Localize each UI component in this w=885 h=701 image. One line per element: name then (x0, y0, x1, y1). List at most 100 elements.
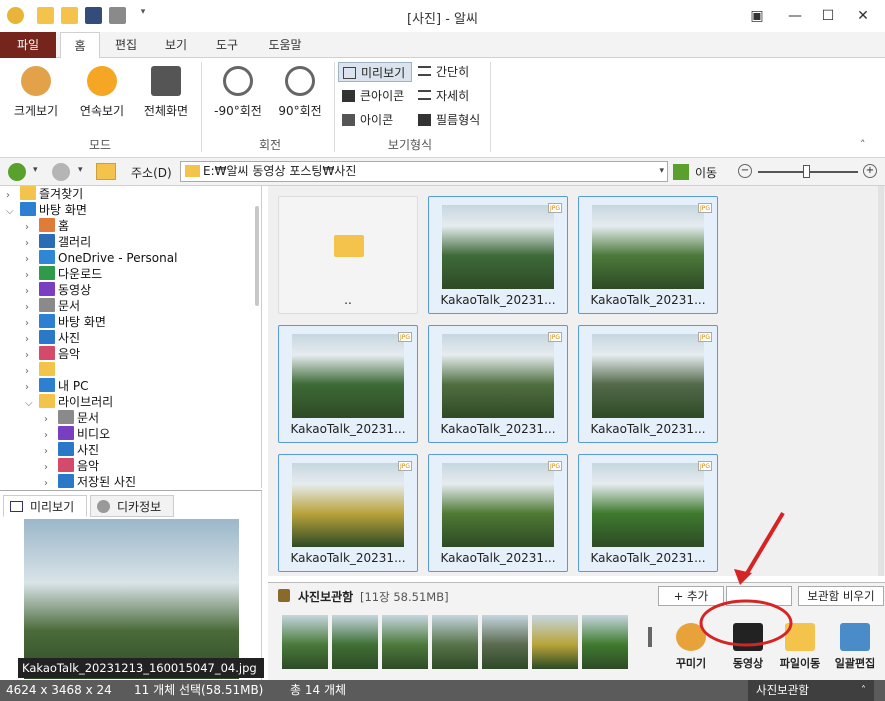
pc-icon (39, 378, 55, 392)
rotate-left-button[interactable]: -90°회전 (210, 66, 266, 119)
gallery-icon (39, 234, 55, 248)
strip-scroll-handle[interactable] (648, 627, 652, 647)
photo-thumb[interactable]: JPG KakaoTalk_20231... (428, 454, 568, 572)
back-icon[interactable] (8, 163, 26, 181)
parent-folder-label: .. (344, 293, 352, 307)
view-film-button[interactable]: 필름형식 (414, 110, 480, 130)
photo-storage-panel: 사진보관함 [11장 58.51MB] + 추가 보관함 비우기 꾸미기 동영상… (268, 511, 885, 680)
download-icon (39, 266, 55, 280)
collapse-ribbon-icon[interactable]: ˄ (860, 138, 866, 151)
address-dropdown-icon[interactable]: ▾ (659, 162, 664, 181)
view-large-icons-button[interactable]: 큰아이콘 (338, 86, 404, 106)
tree-item[interactable]: › (25, 362, 58, 378)
photo-thumb[interactable]: JPG KakaoTalk_20231... (278, 325, 418, 443)
photo-thumb[interactable]: JPG KakaoTalk_20231... (578, 325, 718, 443)
tree-item[interactable]: › 문서 (44, 410, 99, 426)
slideshow-button[interactable]: 연속보기 (74, 66, 130, 119)
tree-item[interactable]: ⌵ 바탕 화면 (6, 202, 87, 218)
restore-ribbon-icon[interactable]: ▣ (744, 6, 770, 26)
large-view-icon (21, 66, 51, 96)
storage-photo-thumb[interactable] (382, 615, 428, 669)
back-dropdown-icon[interactable]: ▾ (33, 165, 38, 175)
tree-item[interactable]: › OneDrive - Personal (25, 250, 177, 266)
zoom-out-icon[interactable]: − (738, 164, 752, 178)
storage-toggle-tab[interactable]: 사진보관함 ˄ (748, 680, 874, 701)
photo-thumb[interactable]: JPG KakaoTalk_20231... (578, 196, 718, 314)
tree-item-label: 내 PC (58, 379, 89, 393)
up-folder-icon[interactable] (96, 163, 116, 180)
tree-item[interactable]: › 즐겨찾기 (6, 186, 83, 202)
view-preview-button[interactable]: 미리보기 (338, 62, 412, 82)
tab-edit[interactable]: 편집 (106, 32, 146, 58)
tab-help[interactable]: 도움말 (260, 32, 310, 58)
photo-thumb[interactable]: JPG KakaoTalk_20231... (428, 196, 568, 314)
batch-edit-icon (840, 623, 870, 651)
expanded-chevron-icon[interactable]: ⌵ (25, 396, 39, 412)
fullscreen-button[interactable]: 전체화면 (138, 66, 194, 119)
view-simple-button[interactable]: 간단히 (414, 62, 469, 82)
preview-image (24, 519, 239, 679)
tree-item[interactable]: › 사진 (25, 330, 80, 346)
minimize-icon[interactable]: — (782, 6, 808, 26)
storage-photo-thumb[interactable] (482, 615, 528, 669)
photo-thumb[interactable]: JPG KakaoTalk_20231... (278, 454, 418, 572)
tab-tools[interactable]: 도구 (207, 32, 247, 58)
storage-photo-thumb[interactable] (582, 615, 628, 669)
music-icon (58, 458, 74, 472)
tree-item[interactable]: › 비디오 (44, 426, 110, 442)
storage-photo-thumb[interactable] (432, 615, 478, 669)
annotation-arrow (744, 511, 785, 577)
tree-item[interactable]: › 저장된 사진 (44, 474, 136, 488)
tab-file[interactable]: 파일 (0, 32, 56, 58)
photo-thumb-image (592, 334, 704, 418)
tree-item[interactable]: › 바탕 화면 (25, 314, 106, 330)
ribbon: 크게보기 연속보기 전체화면 모드 -90°회전 90°회전 회전 미리보기 간… (0, 58, 885, 158)
photo-thumb-caption: KakaoTalk_20231... (440, 293, 556, 307)
rotate-right-button[interactable]: 90°회전 (272, 66, 328, 119)
chevron-up-icon: ˄ (861, 685, 866, 696)
expand-chevron-icon[interactable]: › (44, 476, 58, 488)
maximize-icon[interactable]: ☐ (815, 6, 841, 26)
list-icon (418, 66, 431, 76)
zoom-slider[interactable] (758, 165, 858, 178)
view-details-button[interactable]: 자세히 (414, 86, 469, 106)
forward-dropdown-icon[interactable]: ▾ (78, 165, 83, 175)
tab-home[interactable]: 홈 (60, 32, 100, 59)
tab-view[interactable]: 보기 (156, 32, 196, 58)
tree-item-label: 동영상 (58, 283, 92, 297)
tree-item[interactable]: › 동영상 (25, 282, 91, 298)
tab-camera-info[interactable]: 디카정보 (90, 495, 174, 517)
tree-item[interactable]: › 사진 (44, 442, 99, 458)
large-view-button[interactable]: 크게보기 (8, 66, 64, 119)
go-button[interactable]: 이동 (671, 162, 723, 182)
batch-edit-button[interactable]: 일괄편집 (830, 623, 880, 671)
tree-item[interactable]: › 내 PC (25, 378, 88, 394)
forward-icon[interactable] (52, 163, 70, 181)
status-dimensions: 4624 x 3468 x 24 (6, 683, 112, 697)
close-icon[interactable]: ✕ (850, 6, 876, 26)
zoom-slider-thumb[interactable] (803, 165, 810, 178)
gallery-scrollbar[interactable] (878, 186, 884, 576)
expanded-chevron-icon[interactable]: ⌵ (6, 204, 20, 220)
photo-thumb-image (292, 463, 404, 547)
tree-item[interactable]: › 음악 (44, 458, 99, 474)
jpg-badge-icon: JPG (698, 461, 712, 471)
tree-item[interactable]: › 홈 (25, 218, 69, 234)
photo-thumb[interactable]: JPG KakaoTalk_20231... (428, 325, 568, 443)
tree-item[interactable]: ⌵ 라이브러리 (25, 394, 113, 410)
parent-folder-thumb[interactable]: .. (278, 196, 418, 314)
tree-item[interactable]: › 음악 (25, 346, 80, 362)
storage-photo-thumb[interactable] (282, 615, 328, 669)
storage-photo-thumb[interactable] (332, 615, 378, 669)
storage-photo-thumb[interactable] (532, 615, 578, 669)
cloud-icon (39, 250, 55, 264)
address-input[interactable]: E:₩알씨 동영상 포스팅₩사진 ▾ (180, 161, 668, 182)
tree-scrollbar[interactable] (255, 206, 259, 306)
zoom-in-icon[interactable]: + (863, 164, 877, 178)
tree-item[interactable]: › 다운로드 (25, 266, 102, 282)
fullscreen-icon (151, 66, 181, 96)
tab-preview[interactable]: 미리보기 (3, 495, 87, 517)
tree-item[interactable]: › 문서 (25, 298, 80, 314)
tree-item[interactable]: › 갤러리 (25, 234, 91, 250)
view-icons-button[interactable]: 아이콘 (338, 110, 393, 130)
